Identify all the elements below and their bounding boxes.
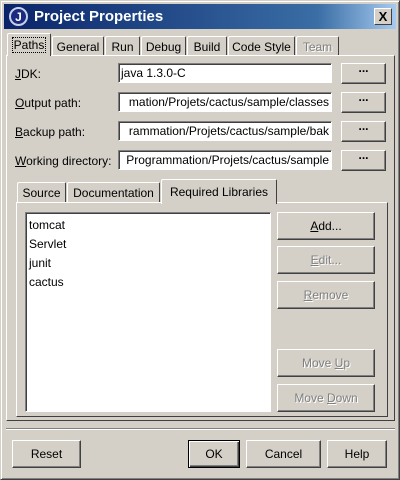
- java-app-icon: J: [9, 7, 28, 26]
- edit-button[interactable]: Edit...: [277, 246, 375, 274]
- remove-button[interactable]: Remove: [277, 281, 375, 309]
- backup-path-browse-button[interactable]: ...: [341, 120, 386, 142]
- tab-debug[interactable]: Debug: [141, 36, 186, 56]
- output-path-label: Output path:: [15, 96, 82, 110]
- close-icon: X: [378, 9, 388, 24]
- tab-general[interactable]: General: [52, 36, 104, 56]
- output-path-field[interactable]: mation/Projets/cactus/sample/classes: [118, 92, 332, 112]
- libraries-list[interactable]: tomcat Servlet junit cactus: [25, 212, 271, 412]
- jdk-label: JDK:: [15, 67, 42, 81]
- list-item[interactable]: cactus: [28, 273, 268, 292]
- jdk-field[interactable]: java 1.3.0-C: [118, 63, 332, 83]
- move-up-button[interactable]: Move Up: [277, 349, 375, 377]
- title-bar[interactable]: J Project Properties X: [4, 4, 396, 29]
- working-directory-label: Working directory:: [15, 154, 112, 168]
- separator: [6, 428, 395, 430]
- output-path-browse-button[interactable]: ...: [341, 91, 386, 113]
- list-item[interactable]: junit: [28, 254, 268, 273]
- ok-button[interactable]: OK: [188, 440, 240, 468]
- working-directory-browse-button[interactable]: ...: [341, 149, 386, 171]
- add-button[interactable]: Add...: [277, 212, 375, 240]
- tab-documentation[interactable]: Documentation: [67, 182, 160, 203]
- tab-source[interactable]: Source: [17, 182, 66, 203]
- reset-button[interactable]: Reset: [12, 440, 81, 468]
- project-properties-dialog: J Project Properties X Paths General Run…: [0, 0, 400, 480]
- tab-build[interactable]: Build: [187, 36, 227, 56]
- list-item[interactable]: tomcat: [28, 216, 268, 235]
- tab-required-libraries[interactable]: Required Libraries: [161, 179, 277, 204]
- list-item[interactable]: Servlet: [28, 235, 268, 254]
- tab-team[interactable]: Team: [296, 36, 339, 56]
- tab-paths[interactable]: Paths: [7, 33, 51, 56]
- move-down-button[interactable]: Move Down: [277, 384, 375, 412]
- tab-code-style[interactable]: Code Style: [228, 36, 295, 56]
- window-title: Project Properties: [34, 8, 164, 25]
- jdk-browse-button[interactable]: ...: [341, 62, 386, 84]
- close-button[interactable]: X: [374, 8, 392, 25]
- backup-path-label: Backup path:: [15, 125, 86, 139]
- help-button[interactable]: Help: [327, 440, 387, 468]
- working-directory-field[interactable]: Programmation/Projets/cactus/sample: [118, 150, 332, 170]
- backup-path-field[interactable]: rammation/Projets/cactus/sample/bak: [118, 121, 332, 141]
- cancel-button[interactable]: Cancel: [246, 440, 321, 468]
- tab-run[interactable]: Run: [105, 36, 140, 56]
